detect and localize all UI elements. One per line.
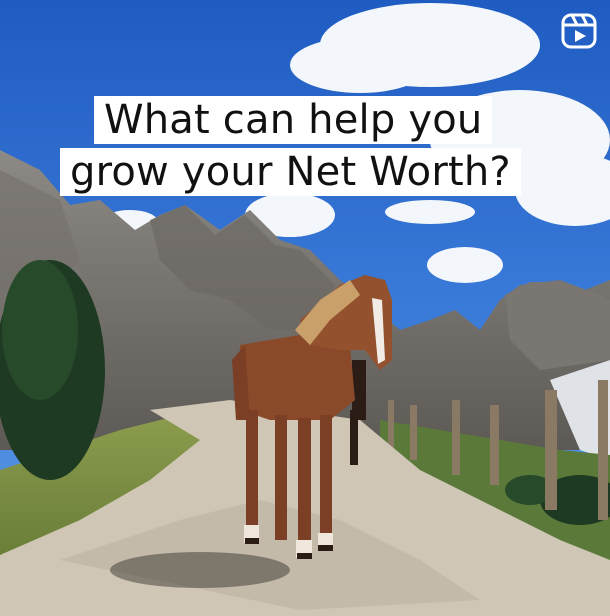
caption-line-2: grow your Net Worth?: [60, 148, 521, 196]
horse-shadow: [110, 552, 290, 588]
mountain-horse-photo: [0, 0, 610, 616]
reels-icon: [560, 12, 598, 50]
caption-line-1: What can help you: [94, 96, 493, 144]
post-image: What can help you grow your Net Worth?: [0, 0, 610, 616]
